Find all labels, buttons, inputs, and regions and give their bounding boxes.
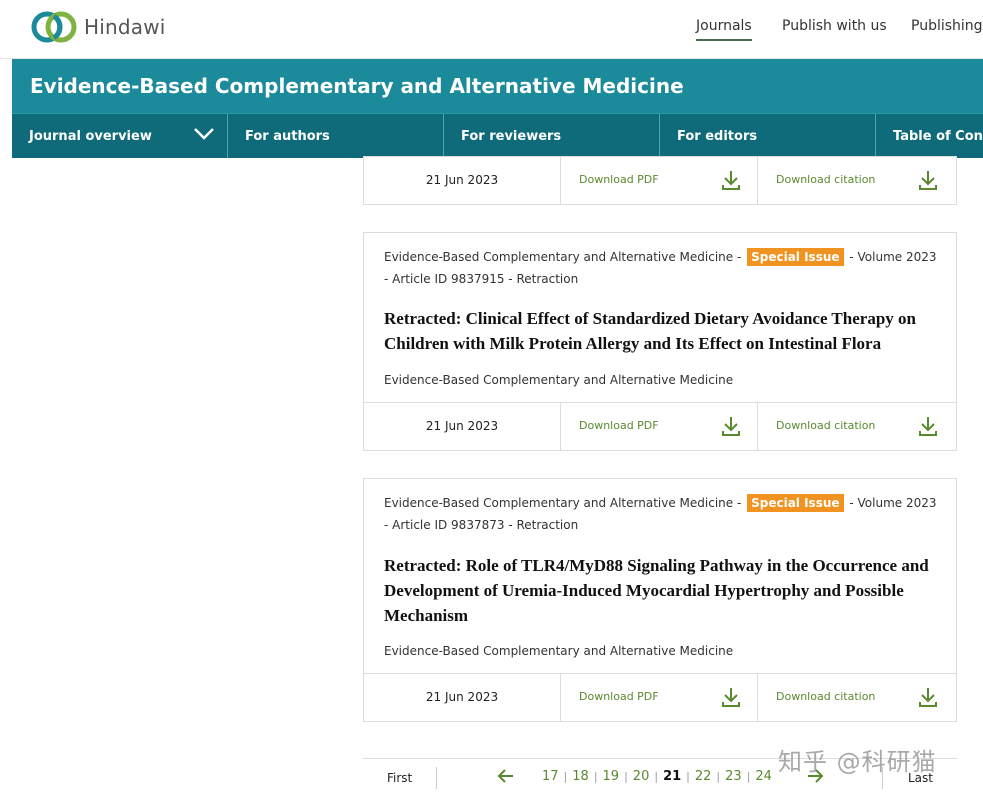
subnav-for-editors[interactable]: For editors <box>660 114 876 158</box>
download-citation-label: Download citation <box>776 690 876 703</box>
subnav-for-authors[interactable]: For authors <box>228 114 444 158</box>
download-icon <box>919 171 937 190</box>
site-header: Hindawi Journals Publish with us Publish… <box>0 0 983 59</box>
article-title[interactable]: Retracted: Role of TLR4/MyD88 Signaling … <box>384 553 939 628</box>
article-id: - Article ID 9837915 - Retraction <box>384 272 579 286</box>
pagination-page[interactable]: 17 <box>542 769 559 784</box>
special-issue-badge[interactable]: Special Issue <box>747 248 844 266</box>
watermark: 知乎 @科研猫 <box>778 748 937 776</box>
download-citation-label: Download citation <box>776 173 876 186</box>
subnav-label: Table of Contents <box>893 129 983 144</box>
download-icon <box>722 688 740 707</box>
download-pdf-label: Download PDF <box>579 173 659 186</box>
download-pdf-label: Download PDF <box>579 419 659 432</box>
article-actions-row: 21 Jun 2023 Download PDF Download citati… <box>363 402 957 451</box>
arrow-left-icon[interactable] <box>497 767 515 785</box>
hindawi-rings-logo-icon <box>31 11 77 43</box>
nav-publish-with-us[interactable]: Publish with us <box>782 18 887 34</box>
download-icon <box>919 688 937 707</box>
download-pdf-button[interactable]: Download PDF <box>561 403 758 450</box>
pagination-page[interactable]: 24 <box>755 769 772 784</box>
article-journal-name[interactable]: Evidence-Based Complementary and Alterna… <box>384 644 733 658</box>
article-actions-row: 21 Jun 2023 Download PDF Download citati… <box>363 673 957 722</box>
chevron-down-icon <box>194 128 214 140</box>
pagination-separator: | <box>716 770 721 783</box>
article-date: 21 Jun 2023 <box>364 403 561 450</box>
pagination-current-page[interactable]: 21 <box>663 769 681 784</box>
pagination-first[interactable]: First <box>387 771 412 785</box>
download-icon <box>722 171 740 190</box>
pagination-separator: | <box>563 770 568 783</box>
pagination-separator: | <box>686 770 690 783</box>
pagination-separator: | <box>654 770 659 783</box>
article-card: Evidence-Based Complementary and Alterna… <box>363 232 957 403</box>
article-title[interactable]: Retracted: Clinical Effect of Standardiz… <box>384 306 939 356</box>
article-journal-name[interactable]: Evidence-Based Complementary and Alterna… <box>384 373 733 387</box>
journal-title[interactable]: Evidence-Based Complementary and Alterna… <box>30 74 684 98</box>
pagination-page[interactable]: 19 <box>603 769 620 784</box>
article-volume: - Volume 2023 <box>849 496 937 510</box>
download-icon <box>722 417 740 436</box>
article-id: - Article ID 9837873 - Retraction <box>384 518 579 532</box>
download-citation-button[interactable]: Download citation <box>758 674 956 721</box>
download-pdf-button[interactable]: Download PDF <box>561 674 758 721</box>
journal-banner: Evidence-Based Complementary and Alterna… <box>12 59 983 113</box>
download-citation-button[interactable]: Download citation <box>758 157 956 204</box>
pagination-page[interactable]: 22 <box>695 769 712 784</box>
hindawi-logo[interactable]: Hindawi <box>30 9 166 45</box>
subnav-label: For editors <box>677 129 758 144</box>
nav-publishing[interactable]: Publishing <box>911 18 983 34</box>
subnav-for-reviewers[interactable]: For reviewers <box>444 114 660 158</box>
subnav-label: Journal overview <box>29 129 152 144</box>
download-pdf-label: Download PDF <box>579 690 659 703</box>
download-citation-button[interactable]: Download citation <box>758 403 956 450</box>
pagination-separator: | <box>746 770 751 783</box>
article-volume: - Volume 2023 <box>849 250 937 264</box>
article-meta-line: Evidence-Based Complementary and Alterna… <box>384 248 937 266</box>
article-journal-prefix[interactable]: Evidence-Based Complementary and Alterna… <box>384 496 741 510</box>
pagination-pages: 17 | 18 | 19 | 20 | 21 | 22 | 23 | 24 <box>542 769 772 784</box>
brand-name: Hindawi <box>84 15 166 39</box>
pagination-separator: | <box>593 770 598 783</box>
article-meta-line: Evidence-Based Complementary and Alterna… <box>384 494 937 512</box>
pagination-page[interactable]: 18 <box>572 769 589 784</box>
pagination-page[interactable]: 20 <box>633 769 650 784</box>
pagination-separator: | <box>624 770 628 783</box>
article-journal-prefix[interactable]: Evidence-Based Complementary and Alterna… <box>384 250 741 264</box>
subnav-table-of-contents[interactable]: Table of Contents <box>876 114 983 158</box>
subnav-label: For reviewers <box>461 129 562 144</box>
article-card: Evidence-Based Complementary and Alterna… <box>363 478 957 674</box>
article-actions-row: 21 Jun 2023 Download PDF Download citati… <box>363 156 957 205</box>
article-date: 21 Jun 2023 <box>364 674 561 721</box>
pagination-divider <box>436 767 437 789</box>
nav-journals[interactable]: Journals <box>696 18 752 41</box>
download-pdf-button[interactable]: Download PDF <box>561 157 758 204</box>
subnav-label: For authors <box>245 129 330 144</box>
download-icon <box>919 417 937 436</box>
journal-subnav: Journal overview For authors For reviewe… <box>12 113 983 158</box>
article-date: 21 Jun 2023 <box>364 157 561 204</box>
special-issue-badge[interactable]: Special Issue <box>747 494 844 512</box>
subnav-journal-overview[interactable]: Journal overview <box>12 114 228 158</box>
pagination-page[interactable]: 23 <box>725 769 742 784</box>
download-citation-label: Download citation <box>776 419 876 432</box>
